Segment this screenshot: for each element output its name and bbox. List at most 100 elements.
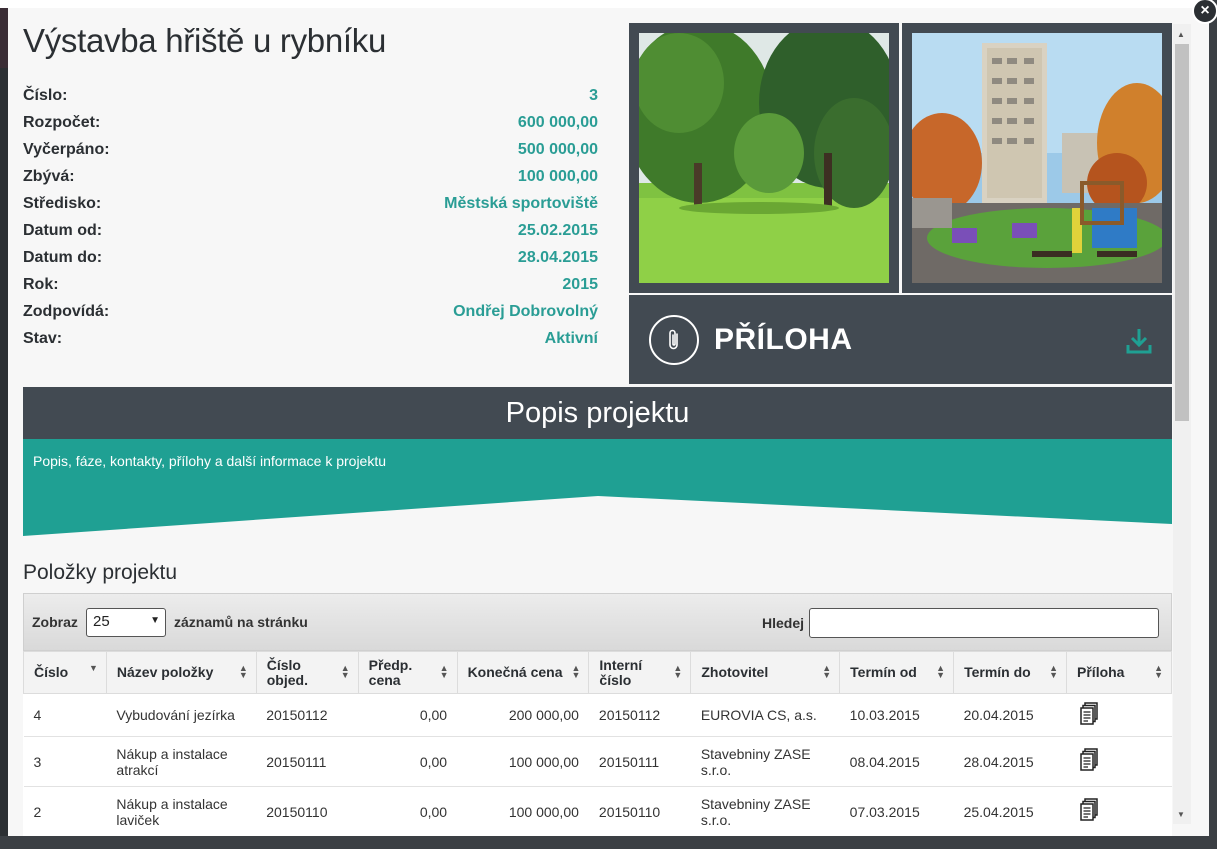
cell-predp: 0,00: [358, 786, 458, 836]
documents-icon[interactable]: [1079, 701, 1099, 729]
col-label: Interní: [599, 656, 643, 673]
cell-nazev: Nákup a instalace atrakcí: [106, 736, 257, 787]
col-label: Číslo: [34, 664, 69, 680]
sort-icon: ▲ ▼: [1154, 663, 1163, 680]
info-label: Rozpočet:: [23, 113, 101, 131]
col-header-predp-cena[interactable]: Předp. cena ▲ ▼: [357, 651, 458, 694]
items-title: Položky projektu: [23, 561, 178, 584]
project-info-list: Číslo: 3 Rozpočet: 600 000,00 Vyčerpáno: 50…: [23, 82, 598, 352]
col-header-konecna-cena[interactable]: Konečná cena ▲ ▼: [456, 651, 590, 694]
search-input[interactable]: [809, 608, 1159, 638]
cell-nazev: Nákup a instalace laviček: [106, 786, 257, 836]
col-header-termin-do[interactable]: Termín do ▲ ▼: [953, 651, 1068, 694]
download-icon[interactable]: [1126, 327, 1152, 360]
info-row-rok: Rok: 2015: [23, 271, 598, 298]
cell-do: 20.04.2015: [953, 693, 1067, 737]
col-header-zhotovitel[interactable]: Zhotovitel ▲ ▼: [690, 651, 841, 694]
playground-photo[interactable]: [912, 33, 1162, 283]
description-panel: Popis, fáze, kontakty, přílohy a další i…: [23, 439, 1172, 537]
cell-do: 28.04.2015: [953, 736, 1067, 787]
info-row-cislo: Číslo: 3: [23, 82, 598, 109]
info-label: Středisko:: [23, 194, 102, 212]
cell-od: 08.04.2015: [839, 736, 954, 787]
cell-priloha: [1066, 693, 1172, 737]
sort-icon: ▲ ▼: [673, 663, 683, 680]
info-label: Stav:: [23, 329, 63, 347]
cell-interni: 20150110: [588, 786, 691, 836]
scroll-up-arrow-icon[interactable]: ▲: [1177, 30, 1185, 39]
info-row-zbyva: Zbývá: 100 000,00: [23, 163, 598, 190]
paperclip-icon: [649, 315, 699, 365]
info-label: Datum od:: [23, 221, 103, 239]
dropdown-arrow-icon: ▼: [150, 615, 160, 626]
col-label-line2: objed.: [266, 671, 308, 688]
cell-priloha: [1066, 736, 1172, 787]
info-value: 3: [589, 86, 598, 104]
col-header-termin-od[interactable]: Termín od ▲ ▼: [839, 651, 955, 694]
cell-interni: 20150112: [588, 693, 691, 737]
col-header-cislo-objed[interactable]: Číslo objed. ▲ ▼: [255, 651, 359, 694]
info-value: Ondřej Dobrovolný: [453, 302, 598, 320]
col-label: Termín od: [850, 664, 917, 680]
col-header-cislo[interactable]: Číslo ▼: [23, 651, 107, 694]
park-photo[interactable]: [639, 33, 889, 283]
col-label: Předp.: [368, 656, 413, 673]
info-row-datum-od: Datum od: 25.02.2015: [23, 217, 598, 244]
info-value: 25.02.2015: [517, 221, 598, 239]
table-row[interactable]: 2 Nákup a instalace laviček 20150110 0,0…: [23, 786, 1172, 836]
info-label: Číslo:: [23, 86, 68, 104]
cell-zhotovitel: Stavebniny ZASE s.r.o.: [690, 736, 840, 787]
cell-predp: 0,00: [358, 736, 458, 787]
col-header-nazev[interactable]: Název položky ▲ ▼: [105, 651, 257, 694]
info-row-datum-do: Datum do: 28.04.2015: [23, 244, 598, 271]
cell-objed: 20150110: [256, 786, 359, 836]
show-label: Zobraz: [32, 614, 78, 630]
scroll-down-arrow-icon[interactable]: ▼: [1177, 810, 1185, 819]
scroll-thumb[interactable]: [1175, 44, 1189, 421]
info-row-stredisko: Středisko: Městská sportoviště: [23, 190, 598, 217]
info-value: 600 000,00: [517, 113, 598, 131]
page-size-select[interactable]: 25 ▼: [86, 608, 166, 637]
info-value: 100 000,00: [517, 167, 598, 185]
documents-icon[interactable]: [1079, 748, 1099, 775]
info-value: 28.04.2015: [517, 248, 598, 266]
cell-konecna: 200 000,00: [457, 693, 589, 737]
items-table: Číslo ▼ Název položky ▲ ▼ Číslo objed. ▲ ▼ Pře…: [23, 651, 1172, 836]
col-header-priloha[interactable]: Příloha ▲ ▼: [1066, 651, 1172, 694]
col-label: Termín do: [964, 664, 1031, 680]
documents-icon[interactable]: [1079, 798, 1099, 825]
cell-cislo: 3: [23, 736, 107, 787]
sort-icon: ▲ ▼: [340, 663, 350, 680]
attachment-label: PŘÍLOHA: [714, 323, 853, 356]
info-row-vycerpano: Vyčerpáno: 500 000,00: [23, 136, 598, 163]
modal-scrollbar[interactable]: ▲ ▼: [1173, 24, 1191, 824]
col-label-line2: číslo: [599, 671, 632, 688]
page-size-value: 25: [93, 613, 110, 630]
records-label: záznamů na stránku: [174, 614, 308, 630]
photo-frame-park: [629, 23, 899, 293]
info-value: 500 000,00: [517, 140, 598, 158]
cell-objed: 20150111: [256, 736, 359, 787]
cell-interni: 20150111: [588, 736, 691, 787]
close-modal-button[interactable]: ×: [1192, 0, 1217, 24]
search-label: Hledej: [762, 615, 805, 631]
attachment-panel[interactable]: PŘÍLOHA: [629, 295, 1172, 384]
col-header-interni-cislo[interactable]: Interní číslo ▲ ▼: [588, 651, 692, 694]
info-label: Vyčerpáno:: [23, 140, 110, 158]
info-label: Zbývá:: [23, 167, 75, 185]
project-title: Výstavba hřiště u rybníku: [23, 22, 387, 59]
description-text: Popis, fáze, kontakty, přílohy a další i…: [33, 453, 387, 469]
cell-priloha: [1066, 786, 1172, 836]
col-label-line2: cena: [368, 671, 401, 688]
cell-zhotovitel: Stavebniny ZASE s.r.o.: [690, 786, 840, 836]
table-row[interactable]: 3 Nákup a instalace atrakcí 20150111 0,0…: [23, 736, 1172, 787]
sort-icon: ▲ ▼: [571, 663, 581, 680]
info-row-zodpovida: Zodpovídá: Ondřej Dobrovolný: [23, 298, 598, 325]
table-toolbar: Zobraz 25 ▼ záznamů na stránku Hledej: [23, 593, 1172, 651]
info-label: Zodpovídá:: [23, 302, 110, 320]
table-row[interactable]: 4 Vybudování jezírka 20150112 0,00 200 0…: [23, 693, 1172, 737]
photo-frame-playground: [902, 23, 1172, 293]
cell-konecna: 100 000,00: [457, 786, 589, 836]
cell-konecna: 100 000,00: [457, 736, 589, 787]
background-topbar: [0, 0, 1217, 8]
